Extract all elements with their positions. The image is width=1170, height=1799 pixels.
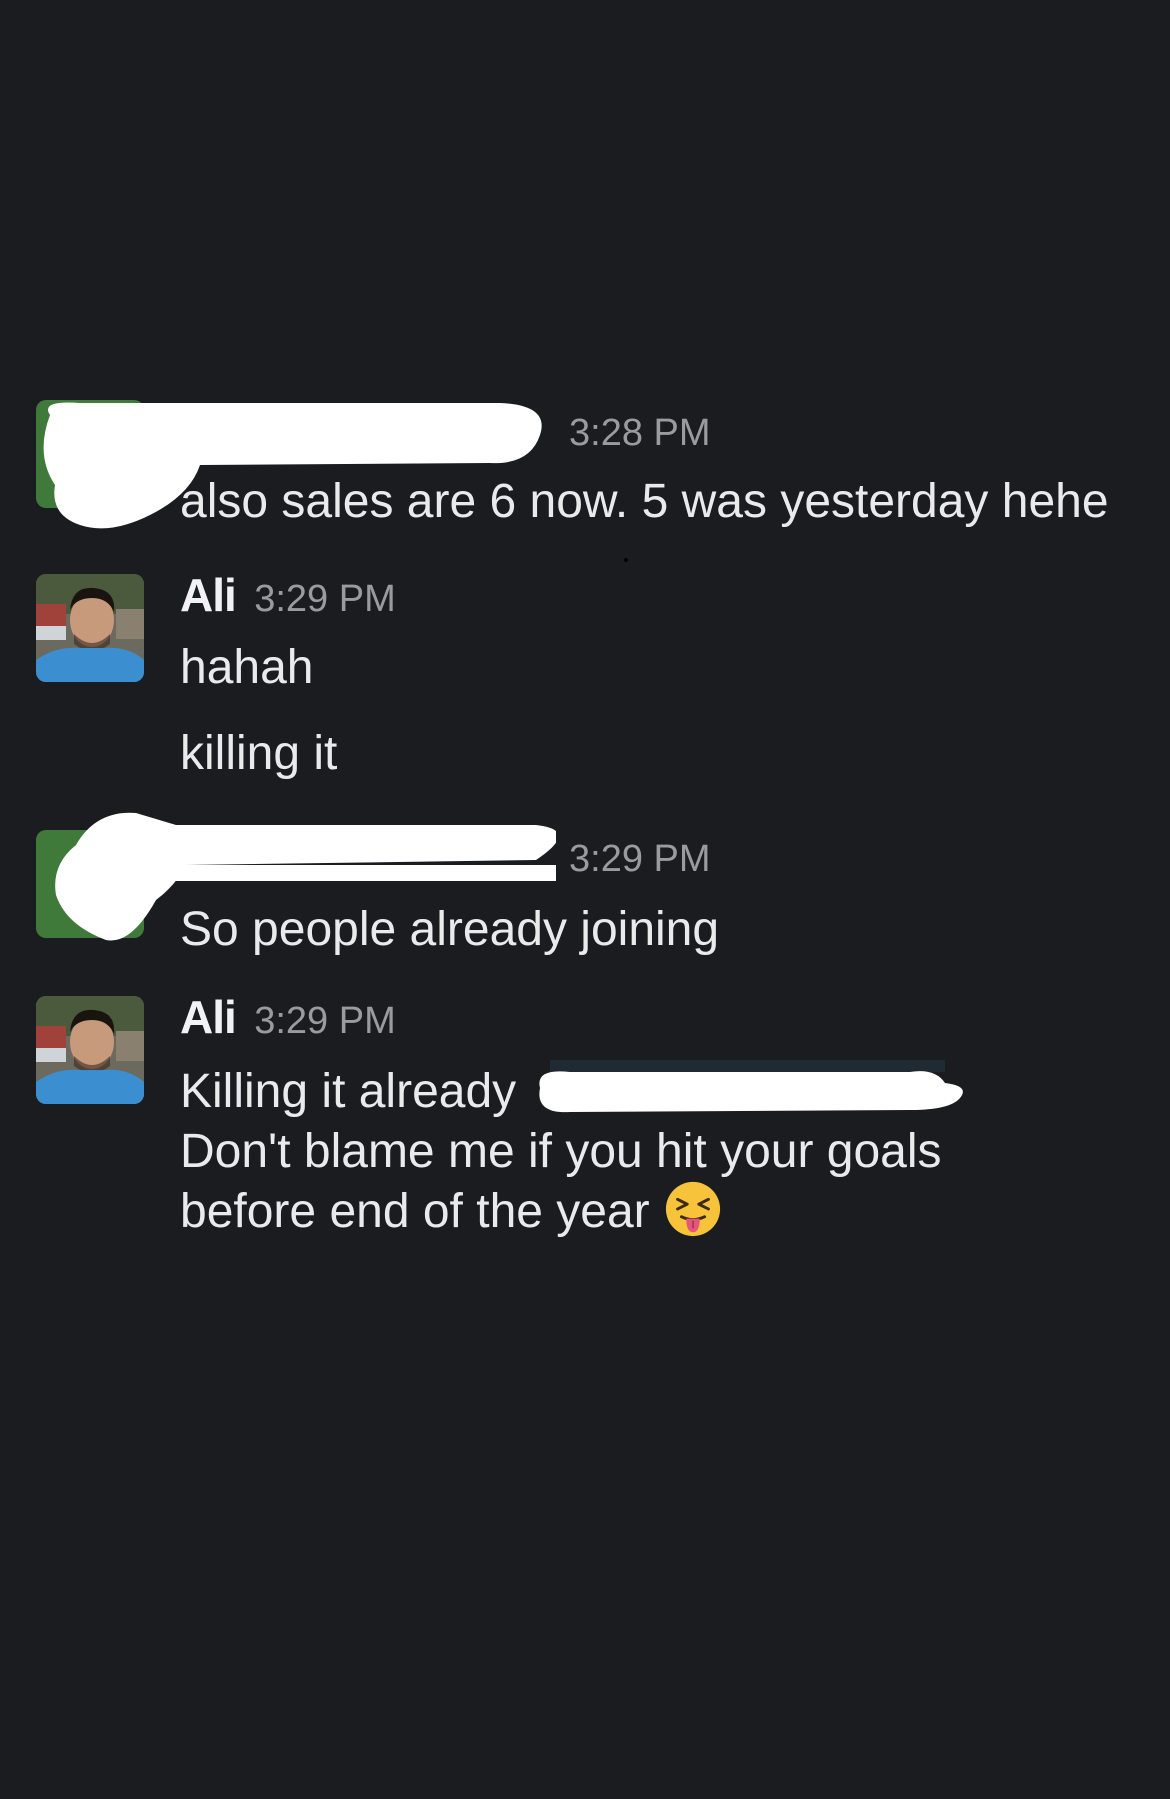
avatar-photo-icon: [36, 574, 144, 682]
message-header: Ali 3:29 PM: [180, 990, 396, 1044]
stray-dot: [624, 558, 628, 562]
message-text: killing it: [180, 727, 338, 780]
message-text-line: before end of the year: [180, 1185, 650, 1238]
avatar[interactable]: [36, 574, 144, 682]
tongue-out-squint-face-icon: [665, 1182, 720, 1237]
timestamp[interactable]: 3:29 PM: [254, 578, 396, 620]
timestamp[interactable]: 3:28 PM: [569, 412, 711, 454]
redaction-mark: [539, 1060, 963, 1113]
sender-name[interactable]: Ali: [180, 569, 237, 621]
message-header: 3:28 PM: [555, 412, 711, 455]
message-text: Don't blame me if you hit your goals: [180, 1122, 942, 1182]
message-header: Ali 3:29 PM: [180, 568, 396, 622]
message-text: before end of the year: [180, 1182, 722, 1242]
message-text: hahah: [180, 641, 314, 694]
message-header: 3:29 PM: [555, 838, 711, 881]
redaction-mark: [43, 402, 542, 529]
timestamp[interactable]: 3:29 PM: [569, 838, 711, 880]
avatar[interactable]: [36, 996, 144, 1104]
avatar-photo-icon: [36, 996, 144, 1104]
message-text: Killing it already: [180, 1065, 517, 1118]
redaction-mark: [55, 812, 556, 941]
sender-name[interactable]: Ali: [180, 991, 237, 1043]
timestamp[interactable]: 3:29 PM: [254, 1000, 396, 1042]
message-text-line: Don't blame me if you hit your goals: [180, 1125, 942, 1178]
